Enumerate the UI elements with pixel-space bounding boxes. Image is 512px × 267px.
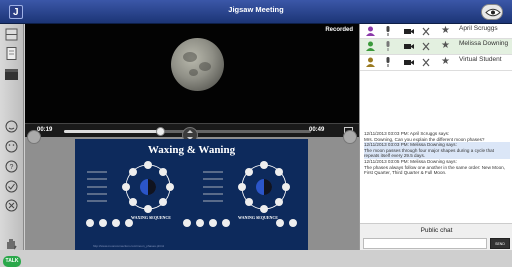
panel-left-handle[interactable] xyxy=(27,130,41,144)
recording-status: Recorded xyxy=(325,27,353,33)
tools-icon[interactable] xyxy=(422,42,430,51)
video-player[interactable]: Recorded xyxy=(25,24,359,123)
microphone-icon[interactable] xyxy=(385,26,391,36)
check-icon[interactable] xyxy=(4,180,19,193)
microphone-icon[interactable] xyxy=(385,57,391,67)
question-icon[interactable]: ? xyxy=(4,160,19,173)
chat-message: 12/11/2013 03:05 PM: Melissa Downing say… xyxy=(364,159,510,176)
seek-progress xyxy=(64,130,161,133)
smile-icon[interactable] xyxy=(4,120,19,133)
star-icon[interactable]: ★ xyxy=(441,56,450,67)
teacher-icon xyxy=(366,26,375,36)
camera-icon[interactable] xyxy=(404,28,414,35)
chat-input-bar: Public chat SEND xyxy=(360,223,512,250)
cross-icon[interactable] xyxy=(4,199,19,212)
svg-text:?: ? xyxy=(10,164,14,171)
student-icon xyxy=(366,41,375,51)
total-time: 00:49 xyxy=(309,127,325,133)
clapperboard-icon[interactable] xyxy=(4,68,19,81)
participant-name: Melissa Downing xyxy=(459,40,509,47)
right-sidebar: ★ April Scruggs ★ Melissa Downing ★ Virt… xyxy=(359,24,512,250)
emoji-icon[interactable] xyxy=(4,140,19,153)
left-toolbar: ? TALK xyxy=(0,24,24,267)
raise-hand-icon[interactable] xyxy=(4,237,19,250)
talk-button[interactable]: TALK xyxy=(3,256,21,267)
moon-image xyxy=(171,38,224,91)
top-bar: J Jigsaw Meeting xyxy=(0,0,512,24)
star-icon[interactable]: ★ xyxy=(441,25,450,36)
waxing-label: WAXING SEQUENCE xyxy=(131,215,171,220)
slide-url: http://www.moonconnection.com/moon_phase… xyxy=(93,244,165,248)
participant-row[interactable]: ★ Virtual Student xyxy=(360,55,512,71)
tools-icon[interactable] xyxy=(422,58,430,67)
send-button[interactable]: SEND xyxy=(490,238,510,249)
meeting-title: Jigsaw Meeting xyxy=(228,5,284,14)
participant-name: April Scruggs xyxy=(459,25,498,32)
participant-row[interactable]: ★ April Scruggs xyxy=(360,24,512,39)
chat-message-text: The phases always follow one another in … xyxy=(364,164,505,176)
chat-message: 12/11/2013 03:03 PM: April Scruggs says:… xyxy=(364,131,510,142)
cabinet-icon[interactable] xyxy=(4,28,19,41)
chat-input[interactable] xyxy=(363,238,487,249)
moon-phases-diagram xyxy=(86,161,297,227)
participant-row[interactable]: ★ Melissa Downing xyxy=(360,39,512,55)
participant-name: Virtual Student xyxy=(459,56,502,63)
microphone-icon[interactable] xyxy=(385,41,391,51)
chat-message-text: The moon passes through four major shape… xyxy=(364,147,494,159)
chat-log: 12/11/2013 03:03 PM: April Scruggs says:… xyxy=(364,131,510,231)
tools-icon[interactable] xyxy=(422,27,430,36)
seek-handle[interactable] xyxy=(156,127,166,136)
star-icon[interactable]: ★ xyxy=(441,40,450,51)
camera-icon[interactable] xyxy=(404,43,414,50)
presentation-slide: Waxing & Waning WAXING SEQUENCE WANING S… xyxy=(75,139,308,250)
panel-right-handle[interactable] xyxy=(343,130,357,144)
public-chat-tab[interactable]: Public chat xyxy=(360,224,512,237)
chat-message: 12/11/2013 03:03 PM: Melissa Downing say… xyxy=(364,142,510,159)
eye-icon[interactable] xyxy=(481,4,503,20)
waning-label: WANING SEQUENCE xyxy=(238,215,278,220)
camera-icon[interactable] xyxy=(404,59,414,66)
student-icon xyxy=(366,57,375,67)
document-icon[interactable] xyxy=(4,47,19,60)
